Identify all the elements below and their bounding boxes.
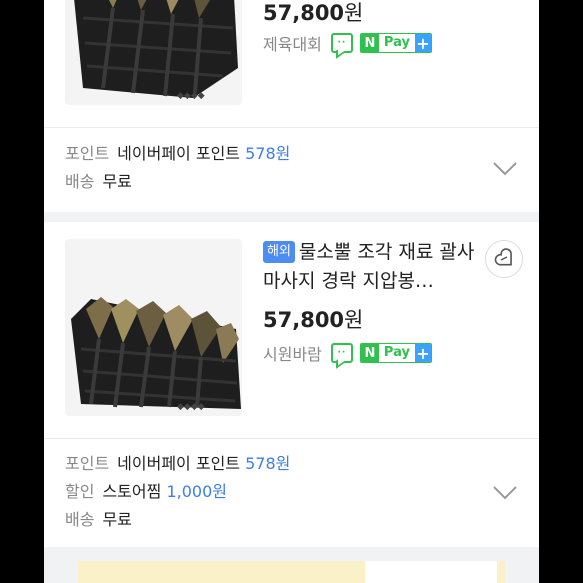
product-thumbnail[interactable]: ◆◆◆◆ xyxy=(65,239,242,416)
product-title[interactable]: 해외 물소뿔 조각 재료 괄사 마사지 경락 지압봉… xyxy=(263,238,477,296)
shipping-label: 배송 xyxy=(65,172,95,191)
card-divider xyxy=(44,127,539,128)
discount-text: 스토어찜 xyxy=(102,482,162,501)
discount-row: 할인 스토어찜 1,000원 xyxy=(65,481,227,503)
shopping-results-screen: ◆◆◆◆ 57,800원 제육대회 ·· N Pay + 포인트 네이버페이 포인… xyxy=(44,0,539,583)
talk-icon[interactable]: ·· xyxy=(330,33,353,53)
discount-label: 할인 xyxy=(65,482,95,501)
npay-label: Pay xyxy=(378,34,415,52)
product-thumbnail[interactable]: ◆◆◆◆ xyxy=(65,0,242,105)
points-value: 578원 xyxy=(245,144,291,163)
price-value: 57,800 xyxy=(263,308,345,332)
points-text: 네이버페이 포인트 xyxy=(117,144,241,163)
seller-row: 시원바람 ·· N Pay + xyxy=(263,341,432,365)
points-row: 포인트 네이버페이 포인트 578원 xyxy=(65,453,290,475)
shipping-row: 배송 무료 xyxy=(65,509,132,531)
price-unit: 원 xyxy=(344,1,364,25)
ad-banner-image xyxy=(365,561,497,583)
discount-value: 1,000원 xyxy=(166,482,227,501)
svg-text:◆◆◆◆: ◆◆◆◆ xyxy=(177,402,205,412)
overseas-badge: 해외 xyxy=(263,241,295,263)
shipping-value: 무료 xyxy=(102,510,132,529)
npay-badge: N Pay + xyxy=(359,343,432,363)
seller-name[interactable]: 제육대회 xyxy=(263,31,322,55)
seller-row: 제육대회 ·· N Pay + xyxy=(263,31,432,55)
favorite-button[interactable] xyxy=(485,240,523,278)
npay-badge: N Pay + xyxy=(359,33,432,53)
product-image: ◆◆◆◆ xyxy=(65,0,242,105)
chevron-down-icon[interactable] xyxy=(493,162,517,176)
product-card[interactable]: ◆◆◆◆ 해외 물소뿔 조각 재료 괄사 마사지 경락 지압봉… 57,800원 … xyxy=(44,222,539,547)
product-image: ◆◆◆◆ xyxy=(65,239,242,416)
ad-banner[interactable] xyxy=(78,561,505,583)
seller-name[interactable]: 시원바람 xyxy=(263,341,322,365)
product-card[interactable]: ◆◆◆◆ 57,800원 제육대회 ·· N Pay + 포인트 네이버페이 포인… xyxy=(44,0,539,212)
points-row: 포인트 네이버페이 포인트 578원 xyxy=(65,143,290,165)
plus-icon: + xyxy=(414,33,431,53)
points-label: 포인트 xyxy=(65,454,110,473)
points-value: 578원 xyxy=(245,454,291,473)
shipping-value: 무료 xyxy=(102,172,132,191)
price-value: 57,800 xyxy=(263,1,345,25)
npay-label: Pay xyxy=(378,344,415,362)
chevron-down-icon[interactable] xyxy=(493,486,517,500)
shipping-label: 배송 xyxy=(65,510,95,529)
price-unit: 원 xyxy=(344,308,364,332)
svg-text:◆◆◆◆: ◆◆◆◆ xyxy=(177,91,205,101)
plus-icon: + xyxy=(414,343,431,363)
shipping-row: 배송 무료 xyxy=(65,171,132,193)
npay-n-icon: N xyxy=(360,34,379,52)
points-label: 포인트 xyxy=(65,144,110,163)
talk-icon[interactable]: ·· xyxy=(330,343,353,363)
product-price: 57,800원 xyxy=(263,0,363,27)
heart-icon xyxy=(494,248,512,266)
card-divider xyxy=(44,438,539,439)
npay-n-icon: N xyxy=(360,344,379,362)
product-price: 57,800원 xyxy=(263,304,363,334)
points-text: 네이버페이 포인트 xyxy=(117,454,241,473)
